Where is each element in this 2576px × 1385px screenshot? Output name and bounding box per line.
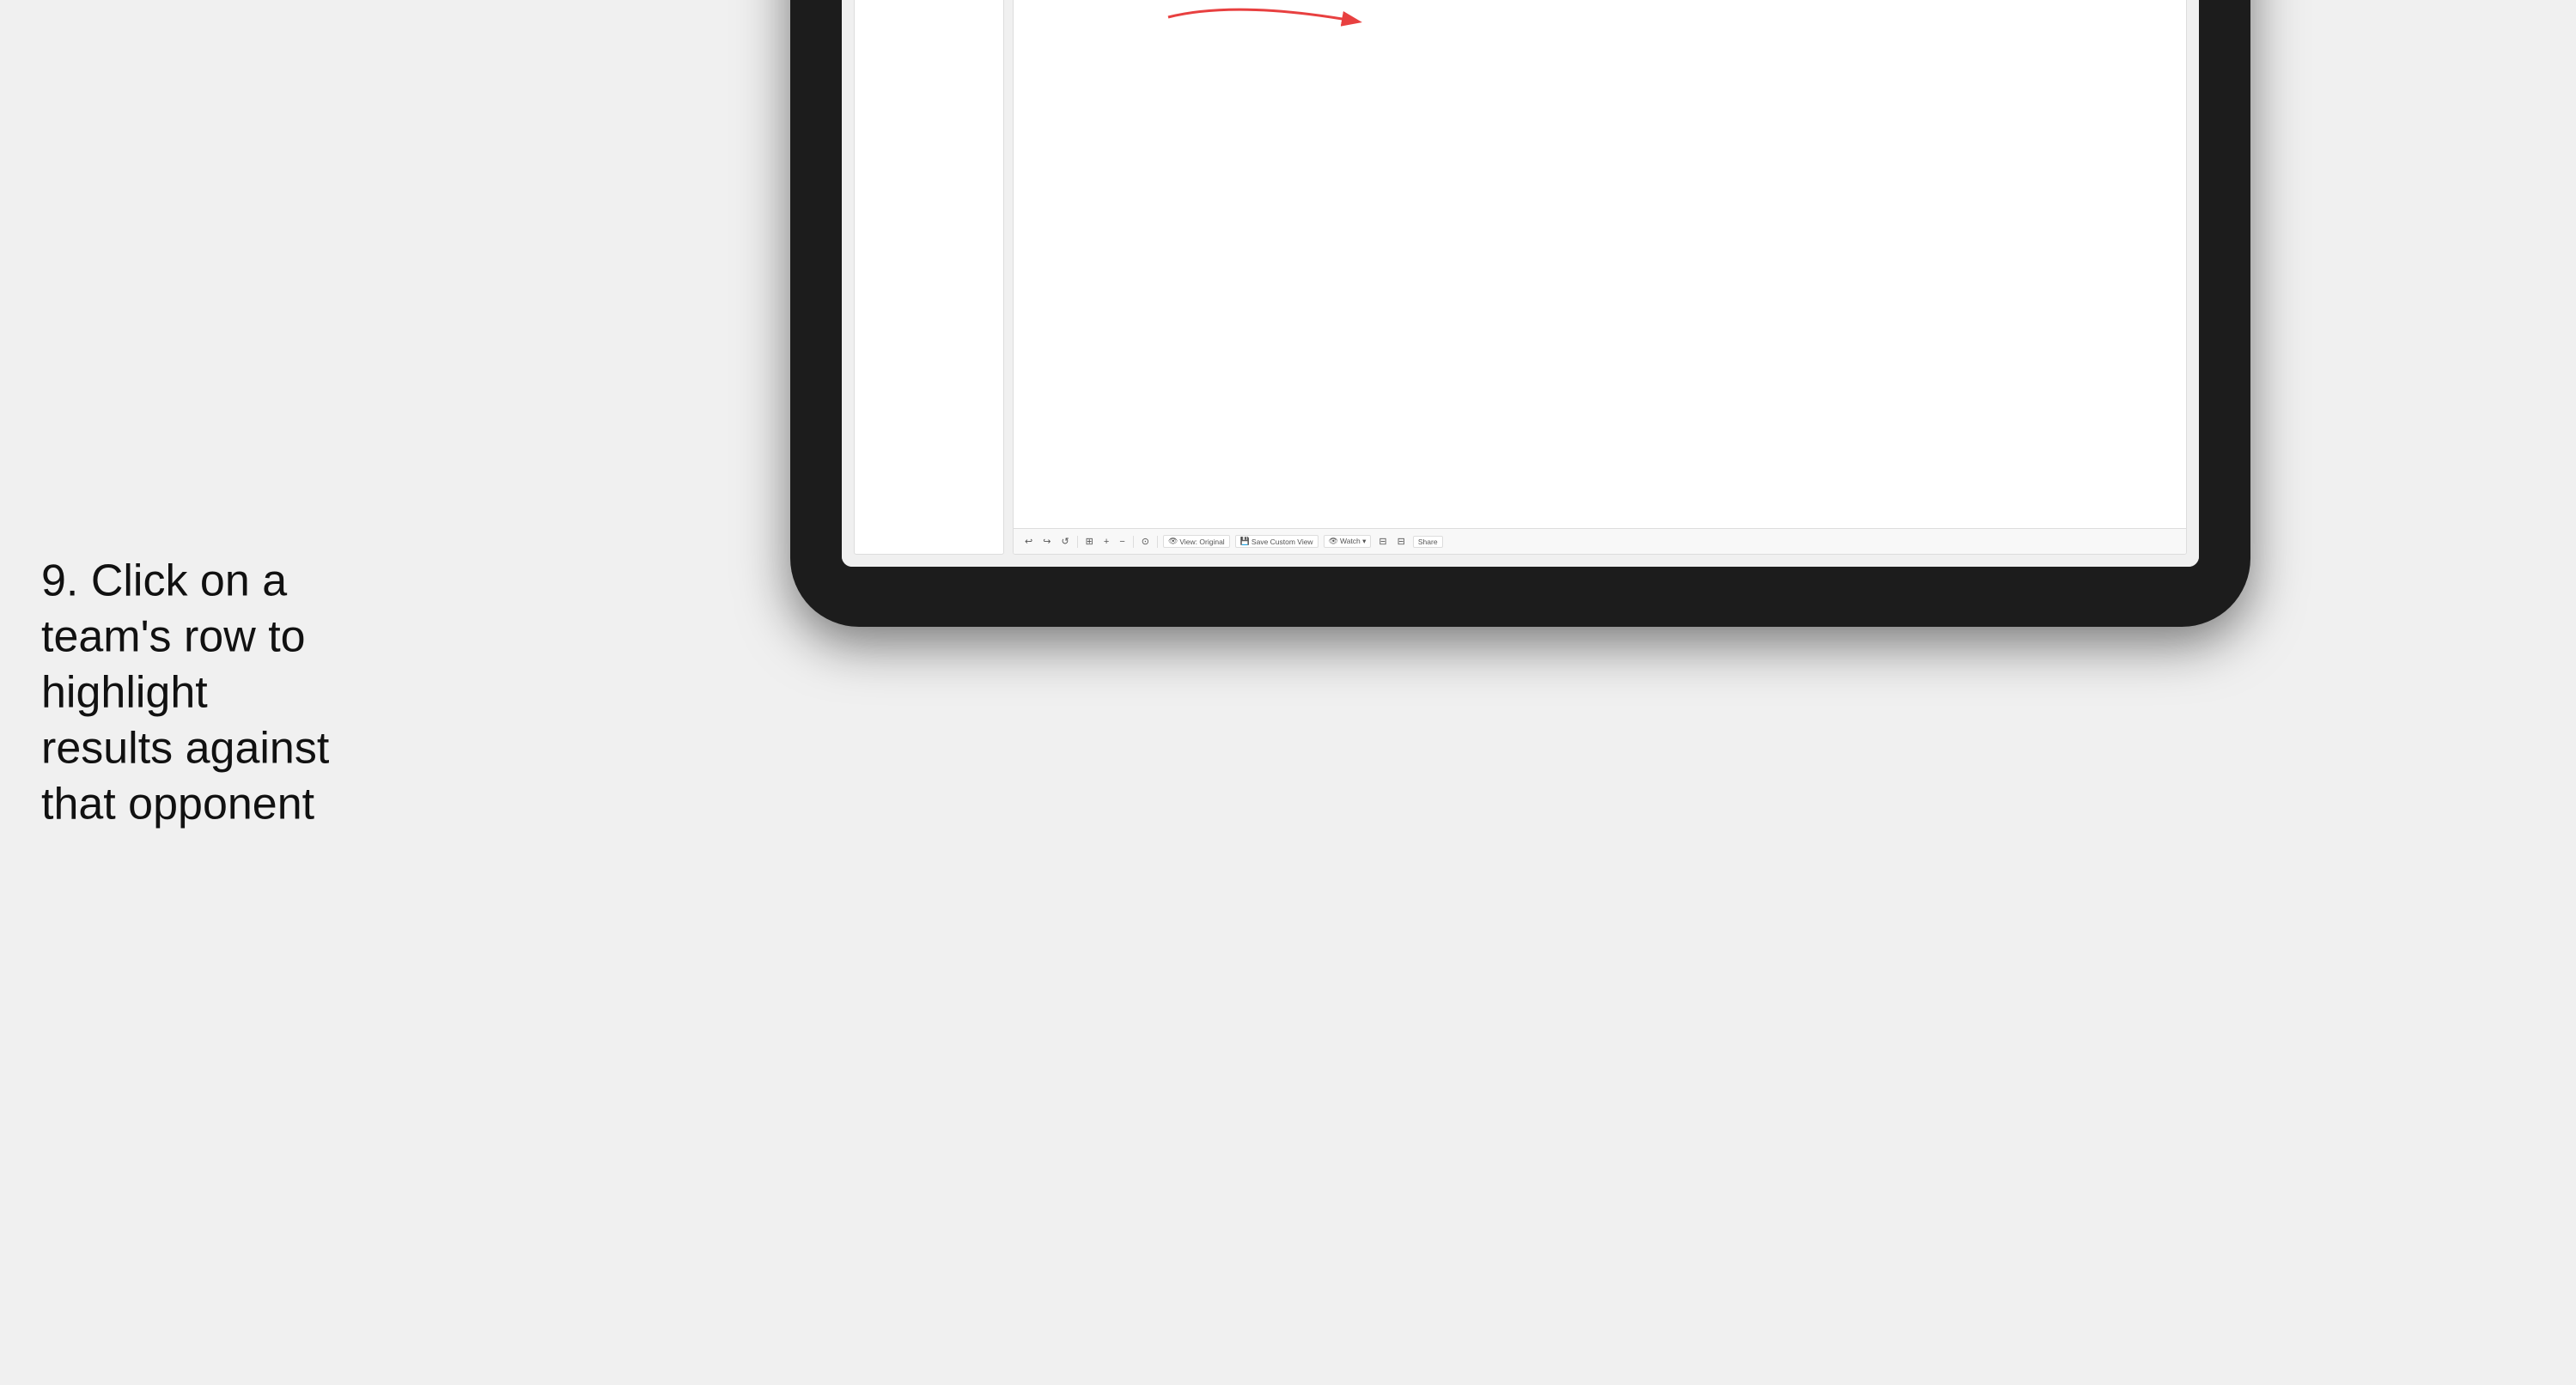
clock-btn[interactable]: ⊙ — [1139, 535, 1152, 548]
watch-btn[interactable]: 👁 Watch ▾ — [1324, 535, 1372, 548]
refresh-btn[interactable]: ↺ — [1058, 535, 1071, 548]
save-icon: 💾 — [1240, 537, 1250, 546]
tablet-screen: SCOREBOARD Powered by clippi TOURNAMENTS… — [842, 0, 2199, 567]
view-original-btn[interactable]: 👁 View: Original — [1163, 535, 1230, 548]
bottom-toolbar: ↩ ↪ ↺ ⊞ + − ⊙ 👁 View: Original — [1014, 528, 2186, 554]
instruction-body: Click on a team's row to highlight resul… — [41, 556, 329, 829]
save-custom-view-btn[interactable]: 💾 Save Custom View — [1235, 535, 1318, 548]
toolbar-btn2[interactable]: ⊟ — [1395, 535, 1408, 548]
zoom-out-btn[interactable]: − — [1117, 536, 1127, 548]
undo-btn[interactable]: ↩ — [1022, 535, 1035, 548]
instruction-text: 9. Click on a team's row to highlight re… — [41, 553, 333, 832]
grid-area: University of North Carolina Head-to-Hea… — [1013, 0, 2187, 555]
main-content: Last Updated: 27/03/2024 16:55:38 Team G… — [842, 0, 2199, 567]
zoom-in-btn[interactable]: + — [1101, 536, 1111, 548]
tablet-frame: SCOREBOARD Powered by clippi TOURNAMENTS… — [790, 0, 2250, 627]
view-icon: 👁 — [1168, 537, 1178, 546]
zoom-fit-btn[interactable]: ⊞ — [1083, 535, 1096, 548]
watch-icon: 👁 — [1329, 537, 1338, 546]
instruction-step: 9. — [41, 556, 78, 605]
share-btn[interactable]: Share — [1413, 536, 1443, 548]
sidebar: Last Updated: 27/03/2024 16:55:38 Team G… — [854, 0, 1004, 555]
redo-btn[interactable]: ↪ — [1040, 535, 1053, 548]
toolbar-btn1[interactable]: ⊟ — [1376, 535, 1389, 548]
